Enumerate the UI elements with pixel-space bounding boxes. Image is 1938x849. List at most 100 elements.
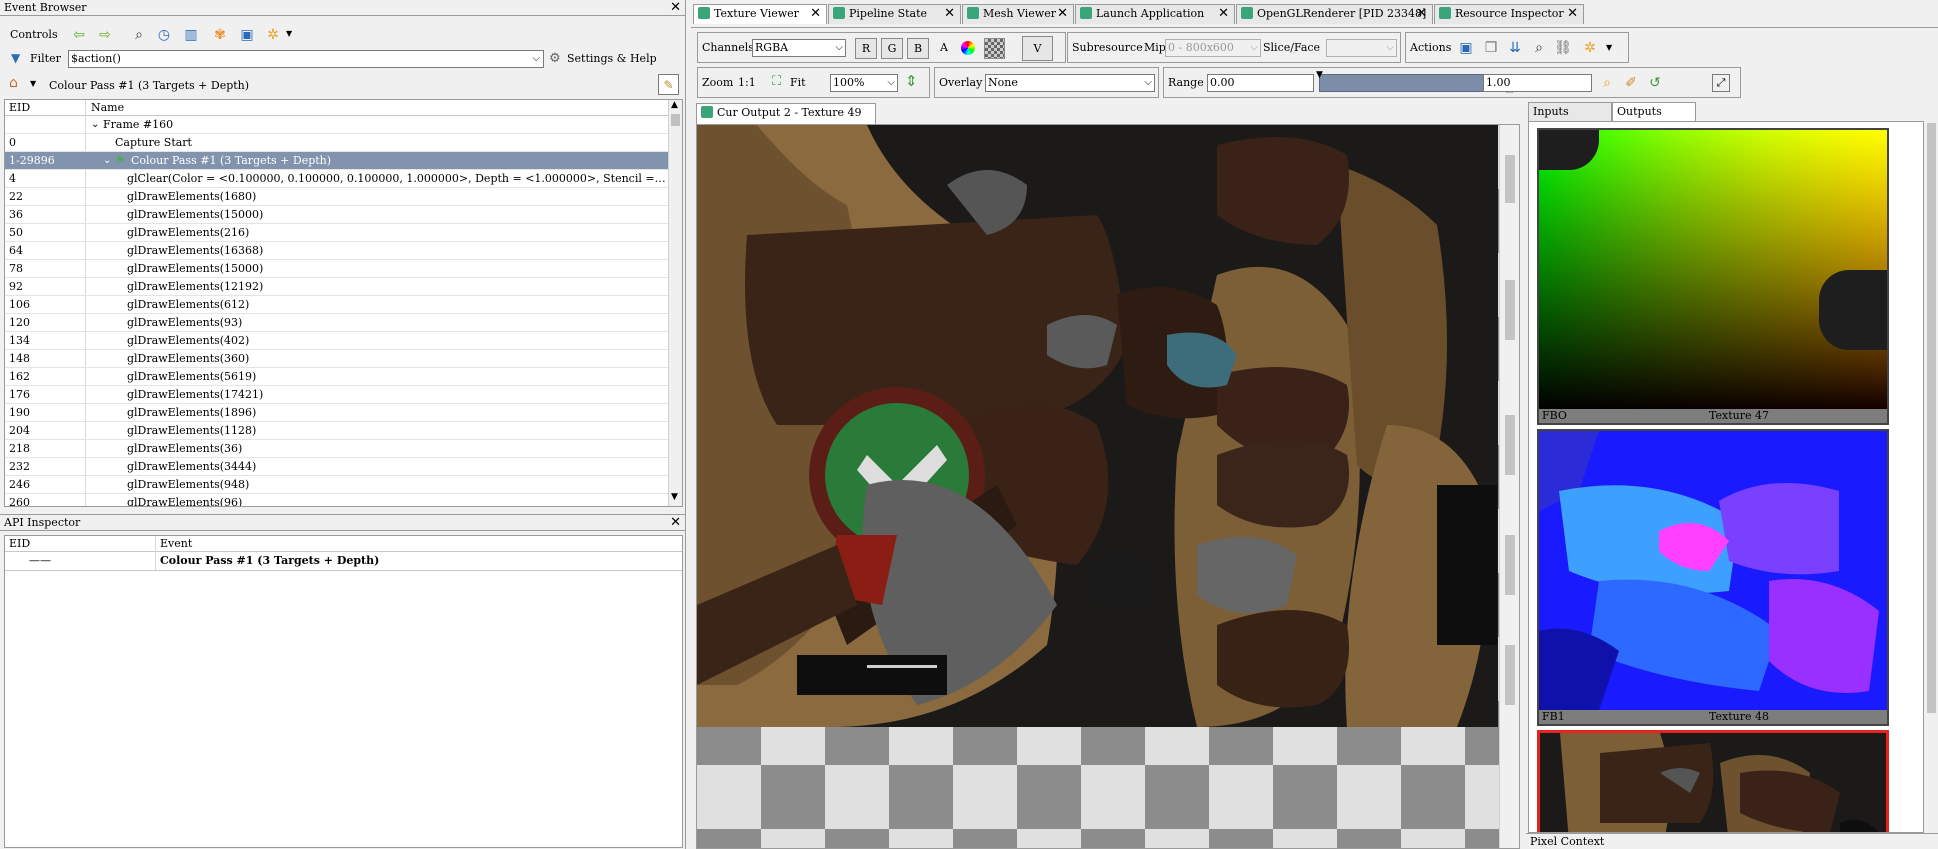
event-row[interactable]: 4 glClear(Color = <0.100000, 0.100000, 0.…	[5, 170, 669, 188]
event-row[interactable]: 50 glDrawElements(216)	[5, 224, 669, 242]
close-icon[interactable]: ✕	[1416, 5, 1427, 23]
statistics-icon[interactable]: ▥	[182, 26, 200, 44]
chevron-down-icon[interactable]: ⌵	[1386, 40, 1394, 56]
filter-input[interactable]: $action() ⌵	[68, 50, 544, 68]
scrollbar-thumb[interactable]	[671, 114, 680, 126]
scroll-up-icon[interactable]: ▲	[671, 100, 678, 110]
close-icon[interactable]: ✕	[1218, 5, 1229, 23]
chevron-down-icon[interactable]: ⌄	[91, 116, 99, 133]
tab-launch-application[interactable]: Launch Application ✕	[1075, 4, 1235, 24]
event-row[interactable]: ⌄ Frame #160	[5, 116, 669, 134]
save-icon[interactable]: ▣	[238, 26, 256, 44]
find-icon[interactable]: ⌕	[130, 26, 148, 44]
event-row[interactable]: 176 glDrawElements(17421)	[5, 386, 669, 404]
find-icon[interactable]: ⌕	[1530, 39, 1548, 57]
event-row[interactable]: 190 glDrawElements(1896)	[5, 404, 669, 422]
chevron-down-icon[interactable]: ▼	[286, 29, 292, 38]
close-icon[interactable]: ✕	[1567, 5, 1578, 23]
event-row[interactable]: 232 glDrawElements(3444)	[5, 458, 669, 476]
copy-icon[interactable]: ❐	[1482, 39, 1500, 57]
chevron-down-icon[interactable]: ⌵	[532, 51, 540, 67]
column-header-name[interactable]: Name	[91, 101, 124, 114]
color-picker-icon[interactable]	[961, 41, 975, 55]
back-arrow-icon[interactable]: ⇦	[70, 26, 88, 44]
zoom-range-icon[interactable]: ⌕	[1598, 74, 1616, 92]
tab-outputs[interactable]: Outputs	[1612, 102, 1696, 121]
checkerboard-icon[interactable]	[984, 38, 1005, 59]
event-tree-scrollbar[interactable]: ▲ ▼	[668, 100, 682, 506]
slice-face-select[interactable]: ⌵	[1326, 39, 1397, 57]
event-row[interactable]: 120 glDrawElements(93)	[5, 314, 669, 332]
link-icon[interactable]: ⛓	[1554, 39, 1572, 57]
scrollbar-thumb[interactable]	[1505, 155, 1515, 203]
scrollbar-thumb[interactable]	[1505, 415, 1515, 475]
scrollbar-thumb[interactable]	[1505, 535, 1515, 595]
zoom-1to1-button[interactable]: 1:1	[738, 76, 756, 90]
event-row[interactable]: 218 glDrawElements(36)	[5, 440, 669, 458]
tab-inputs[interactable]: Inputs	[1528, 102, 1612, 121]
texture-viewport[interactable]	[696, 124, 1520, 849]
home-icon[interactable]: ⌂	[9, 75, 18, 91]
bookmark-icon[interactable]: ✾	[211, 26, 229, 44]
mip-select[interactable]: 0 - 800x600 ⌵	[1165, 39, 1261, 57]
flip-v-toggle[interactable]: V	[1022, 36, 1053, 61]
channel-g-toggle[interactable]: G	[881, 38, 903, 59]
range-histogram-slider[interactable]: ▼ △	[1316, 70, 1513, 95]
event-row[interactable]: 78 glDrawElements(15000)	[5, 260, 669, 278]
chevron-down-icon[interactable]: ⌵	[835, 40, 843, 56]
edit-notes-icon[interactable]: ✎	[658, 74, 679, 95]
chevron-down-icon[interactable]: ⌵	[1144, 75, 1152, 91]
tab-resource-inspector[interactable]: Resource Inspector ✕	[1434, 4, 1584, 24]
close-icon[interactable]: ✕	[1057, 5, 1068, 23]
range-min-handle[interactable]: ▼	[1316, 70, 1323, 80]
scroll-down-icon[interactable]: ▼	[671, 492, 678, 502]
thumbnail-fb2[interactable]	[1537, 730, 1889, 832]
save-icon[interactable]: ▣	[1457, 39, 1475, 57]
tab-texture-viewer[interactable]: Texture Viewer ✕	[693, 4, 827, 24]
forward-arrow-icon[interactable]: ⇨	[96, 26, 114, 44]
close-icon[interactable]: ✕	[810, 5, 821, 23]
event-row[interactable]: 106 glDrawElements(612)	[5, 296, 669, 314]
column-header-eid[interactable]: EID	[9, 537, 30, 550]
chevron-down-icon[interactable]: ▼	[1606, 43, 1612, 52]
event-row[interactable]: 246 glDrawElements(948)	[5, 476, 669, 494]
thumbnail-fb1[interactable]: FB1 Texture 48	[1537, 429, 1889, 726]
thumbnail-scrollbar[interactable]	[1925, 121, 1938, 833]
tab-pipeline-state[interactable]: Pipeline State ✕	[828, 4, 961, 24]
channels-select[interactable]: RGBA ⌵	[752, 39, 846, 57]
event-row[interactable]: 148 glDrawElements(360)	[5, 350, 669, 368]
event-row[interactable]: 22 glDrawElements(1680)	[5, 188, 669, 206]
chevron-down-icon[interactable]: ⌄	[103, 152, 111, 169]
tab-opengl-renderer[interactable]: OpenGLRenderer [PID 23348] ✕	[1236, 4, 1433, 24]
column-header-event[interactable]: Event	[160, 537, 192, 550]
close-icon[interactable]: ✕	[670, 0, 681, 15]
tab-cur-output[interactable]: Cur Output 2 - Texture 49	[696, 103, 876, 124]
event-row[interactable]: 92 glDrawElements(12192)	[5, 278, 669, 296]
breadcrumb-item[interactable]: Colour Pass #1 (3 Targets + Depth)	[49, 79, 249, 93]
event-row[interactable]: 1-29896 ⌄ ⚑ Colour Pass #1 (3 Targets + Dep…	[5, 152, 669, 170]
fit-button[interactable]: Fit	[790, 76, 806, 90]
scrollbar-thumb[interactable]	[1927, 123, 1936, 713]
event-row[interactable]: 64 glDrawElements(16368)	[5, 242, 669, 260]
open-icon[interactable]: ⇊	[1506, 39, 1524, 57]
channel-a-toggle[interactable]: A	[940, 41, 948, 55]
zoom-select[interactable]: 100% ⌵	[830, 74, 898, 92]
range-max-input[interactable]: 1.00	[1483, 74, 1592, 92]
flip-arrow-icon[interactable]: ⇕	[905, 72, 918, 90]
thumbnail-fb0[interactable]: FBO Texture 47	[1537, 128, 1889, 425]
timeline-icon[interactable]: ◷	[155, 26, 173, 44]
close-icon[interactable]: ✕	[670, 515, 681, 530]
event-row[interactable]: 260 glDrawElements(96)	[5, 494, 669, 506]
event-row[interactable]: 134 glDrawElements(402)	[5, 332, 669, 350]
scrollbar-thumb[interactable]	[1505, 280, 1515, 340]
close-icon[interactable]: ✕	[944, 5, 955, 23]
event-row[interactable]: 0 Capture Start	[5, 134, 669, 152]
viewer-scrollbar[interactable]	[1499, 125, 1519, 848]
histogram-icon[interactable]: ⤢	[1712, 74, 1730, 92]
chevron-down-icon[interactable]: ▼	[30, 79, 36, 88]
event-row[interactable]: 204 glDrawElements(1128)	[5, 422, 669, 440]
tab-mesh-viewer[interactable]: Mesh Viewer ✕	[962, 4, 1074, 24]
fit-icon[interactable]: ⛶	[772, 74, 781, 89]
column-header-eid[interactable]: EID	[9, 101, 30, 114]
scrollbar-thumb[interactable]	[1505, 645, 1515, 705]
